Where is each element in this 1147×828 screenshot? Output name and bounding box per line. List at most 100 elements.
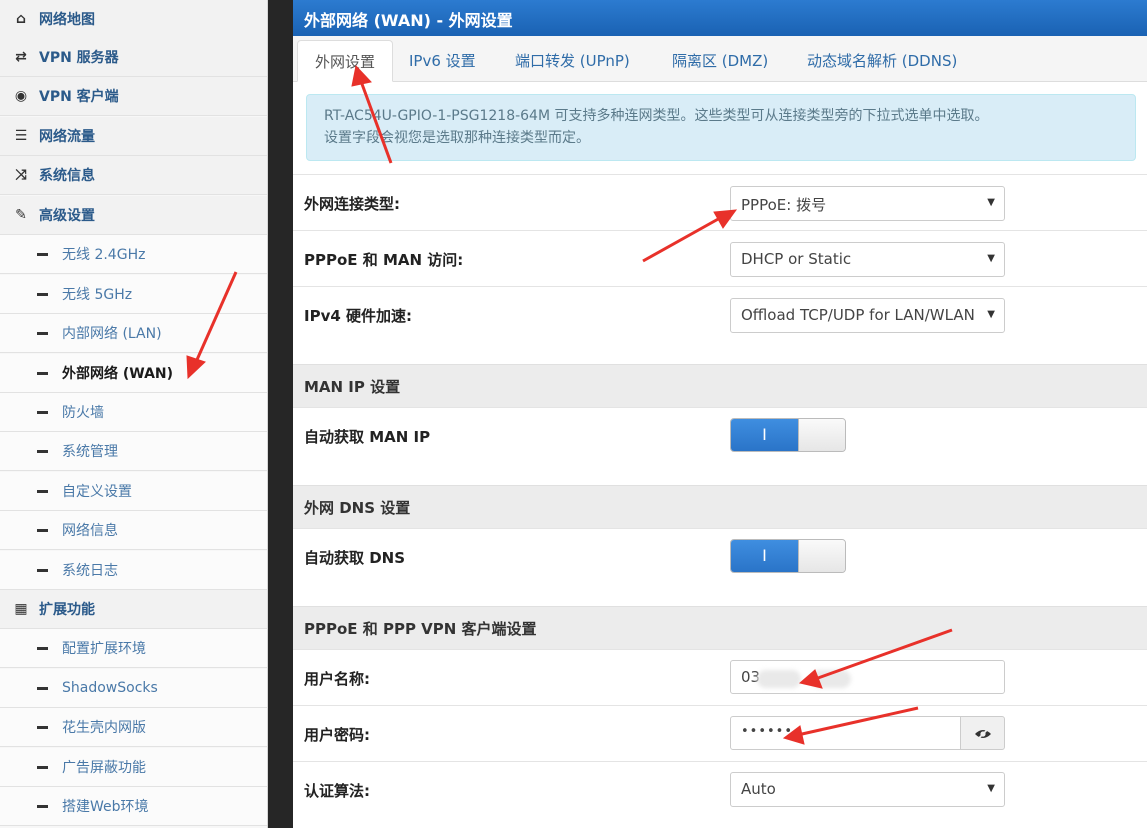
sidebar-item[interactable]: 无线 2.4GHz xyxy=(0,235,267,274)
row-wan-type: 外网连接类型: PPPoE: 拨号 ▼ xyxy=(293,174,1147,230)
auto-dns-toggle[interactable]: I xyxy=(730,539,846,573)
sidebar-item[interactable]: 网络信息 xyxy=(0,511,267,550)
sidebar-item-label: VPN 客户端 xyxy=(39,89,119,105)
sidebar-item[interactable]: ✎ 高级设置 xyxy=(0,196,267,235)
chevron-down-icon: ▼ xyxy=(987,253,995,264)
sidebar-item-label: 网络地图 xyxy=(39,12,95,28)
sidebar-item-label: 无线 5GHz xyxy=(62,287,133,303)
auto-man-ip-label: 自动获取 MAN IP xyxy=(304,428,431,446)
dash-icon xyxy=(37,568,48,572)
sidebar-item-label: 网络流量 xyxy=(39,129,95,145)
section-title: 外网 DNS 设置 xyxy=(304,499,411,517)
auto-dns-label: 自动获取 DNS xyxy=(304,549,406,567)
sidebar-item[interactable]: ◉ VPN 客户端 xyxy=(0,77,267,116)
username-label: 用户名称: xyxy=(304,670,370,688)
globe-icon: ◉ xyxy=(14,88,28,104)
hw-accel-label: IPv4 硬件加速: xyxy=(304,307,413,325)
home-icon: ⌂ xyxy=(15,11,27,27)
toggle-on-indicator: I xyxy=(731,540,798,572)
toggle-knob xyxy=(798,540,845,572)
dash-icon xyxy=(37,804,48,808)
section-title: MAN IP 设置 xyxy=(304,378,401,396)
auth-select[interactable]: Auto ▼ xyxy=(730,772,1005,807)
hw-accel-select[interactable]: Offload TCP/UDP for LAN/WLAN ▼ xyxy=(730,298,1005,333)
dash-icon xyxy=(37,292,48,296)
sidebar-item-label: 网络信息 xyxy=(62,523,118,539)
sidebar-item[interactable]: 花生壳内网版 xyxy=(0,708,267,747)
chevron-down-icon: ▼ xyxy=(987,309,995,320)
redaction-blur xyxy=(811,670,851,688)
tab-ipv6[interactable]: IPv6 设置 xyxy=(392,40,493,82)
dash-icon xyxy=(37,371,48,375)
sidebar-item-label: 系统管理 xyxy=(62,444,118,460)
section-pppoe: PPPoE 和 PPP VPN 客户端设置 xyxy=(293,606,1147,649)
wan-type-label: 外网连接类型: xyxy=(304,195,400,213)
dash-icon xyxy=(37,646,48,650)
sidebar-item[interactable]: 无线 5GHz xyxy=(0,275,267,314)
dash-icon xyxy=(37,725,48,729)
dash-icon xyxy=(37,410,48,414)
sidebar-item[interactable]: ⇄ VPN 服务器 xyxy=(0,38,267,77)
man-access-value: DHCP or Static xyxy=(741,250,852,268)
swap-icon: ⇄ xyxy=(15,49,27,65)
shuffle-icon: ⤨ xyxy=(15,167,27,183)
sidebar-item-label: 搭建Web环境 xyxy=(62,799,149,815)
sidebar-nav: ⌂ 网络地图 ⇄ VPN 服务器 ◉ VPN 客户端 ☰ 网络流量 ⤨ 系统信息 ✎ 高级设置无线 2… xyxy=(0,0,268,828)
dash-icon xyxy=(37,449,48,453)
dash-icon xyxy=(37,489,48,493)
sidebar-item[interactable]: ⤨ 系统信息 xyxy=(0,156,267,195)
sidebar-item-label: 防火墙 xyxy=(62,405,104,421)
eye-icon[interactable] xyxy=(960,716,1005,750)
tab-wan-settings[interactable]: 外网设置 xyxy=(297,40,394,82)
wrench-icon: ✎ xyxy=(15,207,27,223)
dash-icon xyxy=(37,331,48,335)
main-panel: 外部网络 (WAN) - 外网设置 外网设置 IPv6 设置 端口转发 (UPn… xyxy=(293,0,1147,828)
section-title: PPPoE 和 PPP VPN 客户端设置 xyxy=(304,620,537,638)
username-input[interactable]: 03 xyxy=(730,660,1005,694)
sidebar-item-label: 花生壳内网版 xyxy=(62,720,146,736)
auth-value: Auto xyxy=(741,780,776,798)
tab-dmz[interactable]: 隔离区 (DMZ) xyxy=(655,40,785,82)
wan-type-select[interactable]: PPPoE: 拨号 ▼ xyxy=(730,186,1005,221)
dash-icon xyxy=(37,252,48,256)
tab-port-forward[interactable]: 端口转发 (UPnP) xyxy=(498,40,647,82)
sidebar-item-label: 扩展功能 xyxy=(39,602,95,618)
sidebar-item-label: 内部网络 (LAN) xyxy=(62,326,162,342)
sidebar-item[interactable]: 配置扩展环境 xyxy=(0,629,267,668)
info-line-1: RT-AC54U-GPIO-1-PSG1218-64M 可支持多种连网类型。这些… xyxy=(324,108,989,124)
sidebar-item[interactable]: ShadowSocks xyxy=(0,669,267,708)
sidebar-item-label: ShadowSocks xyxy=(62,680,158,696)
sidebar-item[interactable]: 广告屏蔽功能 xyxy=(0,748,267,787)
tab-ddns[interactable]: 动态域名解析 (DDNS) xyxy=(790,40,974,82)
row-auth: 认证算法: Auto ▼ xyxy=(293,761,1147,828)
toggle-on-indicator: I xyxy=(731,419,798,451)
toggle-knob xyxy=(798,419,845,451)
sidebar-item[interactable]: ☰ 网络流量 xyxy=(0,117,267,156)
sidebar-item[interactable]: ⌂ 网络地图 xyxy=(0,0,267,39)
password-input[interactable]: •••••• xyxy=(730,716,961,750)
sidebar-item[interactable]: 防火墙 xyxy=(0,393,267,432)
sidebar-item[interactable]: 自定义设置 xyxy=(0,472,267,511)
sidebar-item[interactable]: 内部网络 (LAN) xyxy=(0,314,267,353)
page-title: 外部网络 (WAN) - 外网设置 xyxy=(293,0,1147,36)
row-password: 用户密码: •••••• xyxy=(293,705,1147,761)
sidebar-item-label: 无线 2.4GHz xyxy=(62,247,146,263)
sidebar-item[interactable]: 搭建Web环境 xyxy=(0,787,267,826)
row-man-access: PPPoE 和 MAN 访问: DHCP or Static ▼ xyxy=(293,230,1147,286)
hw-accel-value: Offload TCP/UDP for LAN/WLAN xyxy=(741,306,975,324)
password-label: 用户密码: xyxy=(304,726,370,744)
sidebar-item-label: 广告屏蔽功能 xyxy=(62,760,146,776)
man-access-label: PPPoE 和 MAN 访问: xyxy=(304,251,464,269)
row-auto-dns: 自动获取 DNS I xyxy=(293,528,1147,606)
sidebar-item[interactable]: ▦ 扩展功能 xyxy=(0,590,267,629)
sidebar-item-label: 配置扩展环境 xyxy=(62,641,146,657)
sidebar-item-label: 系统信息 xyxy=(39,168,95,184)
sidebar-item[interactable]: 系统管理 xyxy=(0,432,267,471)
sidebar-item[interactable]: 外部网络 (WAN) xyxy=(0,354,267,393)
info-box: RT-AC54U-GPIO-1-PSG1218-64M 可支持多种连网类型。这些… xyxy=(306,94,1136,161)
auto-man-ip-toggle[interactable]: I xyxy=(730,418,846,452)
man-access-select[interactable]: DHCP or Static ▼ xyxy=(730,242,1005,277)
sidebar-item[interactable]: 系统日志 xyxy=(0,551,267,590)
tab-bar: 外网设置 IPv6 设置 端口转发 (UPnP) 隔离区 (DMZ) 动态域名解… xyxy=(293,36,1147,82)
row-auto-man-ip: 自动获取 MAN IP I xyxy=(293,407,1147,485)
